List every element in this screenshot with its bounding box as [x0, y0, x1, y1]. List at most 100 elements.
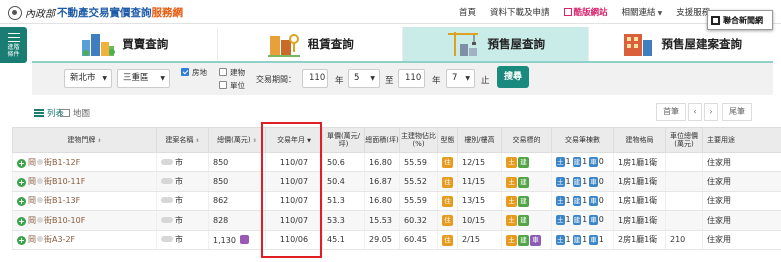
tab-presale-query[interactable]: 預售屋查詢 — [403, 27, 589, 61]
cell-trade-count: 土1建1車0 — [551, 152, 614, 173]
col-header-total-price[interactable]: 總價(萬元) ⬍ — [208, 127, 266, 153]
nav-related-links[interactable]: 相關連結 ▼ — [615, 6, 670, 18]
cell-main-ratio: 60.45 — [399, 230, 438, 250]
col-header-unit-price[interactable]: 單價(萬元/坪) — [322, 127, 365, 153]
month-to-select[interactable]: 7 ▼ — [446, 69, 475, 88]
prev-page-button[interactable]: ‹ — [688, 103, 702, 121]
cell-project: 市 — [156, 152, 209, 173]
cell-address[interactable]: + 岡街B10-11F — [12, 171, 157, 192]
next-page-button[interactable]: › — [704, 103, 718, 121]
residential-type-icon: 住 — [442, 176, 453, 188]
district-select[interactable]: 三重區 ▼ — [117, 69, 170, 88]
month-from-select[interactable]: 5 ▼ — [348, 69, 380, 88]
cell-trade-target: 土建 — [501, 191, 552, 212]
cell-main-use: 住家用 — [702, 171, 781, 192]
col-header-floor[interactable]: 樓別/樓高 — [457, 127, 502, 153]
sort-icon: ⬍ — [97, 137, 102, 144]
last-page-button[interactable]: 尾筆 — [722, 103, 752, 121]
cell-address[interactable]: + 岡街B1-12F — [12, 152, 157, 173]
redacted-text — [161, 197, 173, 204]
cell-main-use: 住家用 — [702, 152, 781, 173]
nav-download[interactable]: 資料下載及申請 — [483, 6, 557, 18]
table-row[interactable]: + 岡街A3-2F 市 1,130 110/06 45.1 29.05 60.45 住 2/15 土… — [12, 230, 781, 250]
crane-icon — [447, 32, 478, 56]
cell-main-ratio: 55.59 — [399, 191, 438, 212]
cell-address[interactable]: + 岡街B1-13F — [12, 191, 157, 212]
col-header-main-ratio[interactable]: 主建物佔比(%) — [399, 127, 438, 153]
col-header-main-use[interactable]: 主要用途 — [702, 127, 781, 153]
table-header-row: 建物門牌 ⬍ 建案名稱 ⬍ 總價(萬元) ⬍ 交易年月 ▼ 單價(萬元/坪) 總面積(坪… — [12, 127, 781, 153]
year-from-input[interactable]: 110 — [302, 69, 328, 88]
cell-address[interactable]: + 岡街A3-2F — [12, 230, 157, 250]
address-checkbox[interactable] — [181, 68, 189, 76]
results-table-wrapper: 建物門牌 ⬍ 建案名稱 ⬍ 總價(萬元) ⬍ 交易年月 ▼ 單價(萬元/坪) 總面積(坪… — [12, 127, 781, 250]
query-tabs: 買賣查詢 租賃查詢 預售屋查詢 預售屋建案查詢 — [32, 27, 773, 63]
first-page-button[interactable]: 首筆 — [656, 103, 686, 121]
nav-related-links-label: 相關連結 — [621, 8, 656, 18]
land-count-icon: 土 — [556, 195, 565, 206]
redacted-text — [161, 158, 173, 165]
address-suffix: 街A3-2F — [44, 235, 76, 245]
nav-home[interactable]: 首頁 — [452, 6, 483, 18]
tab-sale-query[interactable]: 買賣查詢 — [32, 27, 218, 61]
expand-plus-icon[interactable]: + — [17, 216, 26, 226]
cell-main-ratio: 55.59 — [399, 152, 438, 173]
cell-area: 16.87 — [364, 171, 400, 192]
cell-project: 市 — [156, 210, 209, 231]
advanced-filter-label-1: 進階 — [7, 43, 20, 51]
unit-checkbox-label: 單位 — [230, 81, 245, 90]
col-header-trade-target[interactable]: 交易標的 — [501, 127, 552, 153]
year-to-input[interactable]: 110 — [398, 69, 425, 88]
map-icon — [60, 109, 70, 117]
cell-project: 市 — [156, 191, 209, 212]
nav-cool-site[interactable]: 酷版網站 — [557, 6, 615, 18]
building-tag-icon: 建 — [518, 157, 529, 169]
cell-main-ratio: 55.52 — [399, 171, 438, 192]
cell-layout: 1房1廳1衛 — [613, 152, 666, 173]
address-prefix: 岡 — [28, 157, 36, 167]
map-view-toggle[interactable]: 地圖 — [60, 107, 90, 119]
news-watermark-badge: 聯合新聞網 — [707, 10, 773, 30]
col-header-layout[interactable]: 建物格局 — [613, 127, 666, 153]
sliders-icon — [7, 32, 20, 42]
building-checkbox[interactable] — [219, 68, 227, 76]
col-header-type[interactable]: 型態 — [437, 127, 458, 153]
table-row[interactable]: + 岡街B1-12F 市 850 110/07 50.6 16.80 55.59 住 12/15 土… — [12, 152, 781, 173]
table-row[interactable]: + 岡街B1-13F 市 862 110/07 51.3 16.80 55.59 住 13/15 土… — [12, 191, 781, 212]
address-suffix: 街B1-13F — [44, 196, 81, 206]
nav-cool-site-label: 酷版網站 — [573, 8, 608, 18]
city-select-value: 新北市 — [70, 73, 96, 83]
site-header: 內政部 不動產交易實價查詢 服務網 首頁 資料下載及申請 酷版網站 相關連結 ▼ … — [0, 0, 781, 24]
unit-checkbox[interactable] — [219, 81, 227, 89]
land-count-icon: 土 — [556, 157, 565, 168]
land-tag-icon: 土 — [506, 176, 517, 188]
cell-type: 住 — [437, 230, 458, 250]
col-header-parking-price[interactable]: 車位總價(萬元) — [665, 127, 703, 153]
expand-plus-icon[interactable]: + — [17, 197, 26, 207]
expand-plus-icon[interactable]: + — [17, 178, 26, 188]
city-select[interactable]: 新北市 ▼ — [64, 69, 112, 88]
chevron-down-icon: ▼ — [465, 75, 470, 82]
col-header-project[interactable]: 建案名稱 ⬍ — [156, 127, 209, 153]
search-button[interactable]: 搜尋 — [497, 66, 529, 88]
sort-icon: ⬍ — [195, 137, 200, 144]
col-header-area[interactable]: 總面積(坪) — [364, 127, 400, 153]
cell-total-price: 862 — [208, 191, 266, 212]
expand-plus-icon[interactable]: + — [17, 236, 26, 246]
col-header-address[interactable]: 建物門牌 ⬍ — [12, 127, 157, 153]
advanced-filter-tab[interactable]: 進階 條件 — [0, 27, 27, 63]
cell-unit-price: 51.3 — [322, 191, 365, 212]
table-row[interactable]: + 岡街B10-11F 市 850 110/07 50.4 16.87 55.52 住 11/15… — [12, 171, 781, 192]
expand-plus-icon[interactable]: + — [17, 158, 26, 168]
cell-trade-target: 土建 — [501, 171, 552, 192]
site-name: 不動產交易實價查詢 — [57, 7, 152, 19]
table-row[interactable]: + 岡街B10-10F 市 828 110/07 53.3 15.53 60.32 住 10/15… — [12, 210, 781, 231]
cell-trade-count: 土1建1車0 — [551, 171, 614, 192]
site-logo[interactable]: 內政部 不動產交易實價查詢 服務網 — [8, 5, 183, 20]
tab-rent-query[interactable]: 租賃查詢 — [217, 27, 403, 61]
highlight-annotation-box — [261, 122, 322, 258]
cell-trade-target: 土建 — [501, 152, 552, 173]
tab-presale-project-query[interactable]: 預售屋建案查詢 — [588, 27, 773, 61]
col-header-trade-count[interactable]: 交易筆棟數 — [551, 127, 614, 153]
cell-address[interactable]: + 岡街B10-10F — [12, 210, 157, 231]
